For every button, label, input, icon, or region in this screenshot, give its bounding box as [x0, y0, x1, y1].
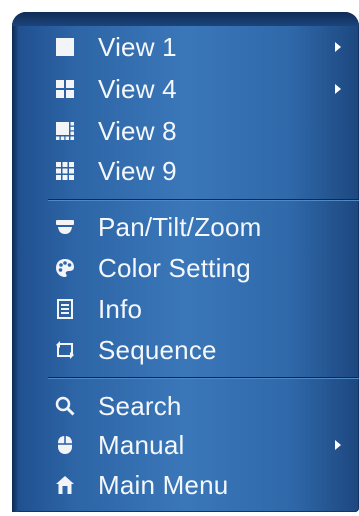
submenu-arrow-icon [335, 440, 341, 450]
menu-item-label: View 9 [98, 155, 177, 186]
search-icon [55, 396, 75, 416]
menu-item-label: Search [98, 390, 182, 421]
menu-item-label: View 8 [98, 115, 177, 146]
menu-item-view-1[interactable]: View 1 [12, 28, 359, 66]
view-1-icon [55, 37, 75, 57]
home-icon [55, 475, 75, 495]
menu-item-sequence[interactable]: Sequence [12, 331, 359, 369]
menu-item-info[interactable]: Info [12, 290, 359, 328]
menu-divider [48, 199, 359, 201]
menu-item-pan-tilt-zoom[interactable]: Pan/Tilt/Zoom [12, 208, 359, 246]
menu-item-label: Pan/Tilt/Zoom [98, 211, 262, 242]
menu-item-label: View 1 [98, 31, 177, 62]
menu-item-view-4[interactable]: View 4 [12, 70, 359, 108]
menu-item-label: Main Menu [98, 469, 229, 500]
menu-item-view-8[interactable]: View 8 [12, 112, 359, 150]
menu-item-search[interactable]: Search [12, 387, 359, 425]
mouse-icon [55, 435, 75, 455]
menu-item-label: Color Setting [98, 252, 251, 283]
submenu-arrow-icon [335, 42, 341, 52]
sequence-loop-icon [55, 340, 75, 360]
menu-divider [48, 377, 359, 379]
menu-item-label: Info [98, 293, 143, 324]
view-8-icon [55, 121, 75, 141]
menu-item-label: View 4 [98, 73, 177, 104]
info-document-icon [55, 299, 75, 319]
menu-item-label: Sequence [98, 334, 217, 365]
view-4-icon [55, 79, 75, 99]
menu-item-color-setting[interactable]: Color Setting [12, 249, 359, 287]
menu-item-manual[interactable]: Manual [12, 426, 359, 464]
submenu-arrow-icon [335, 84, 341, 94]
view-9-icon [55, 161, 75, 181]
menu-item-label: Manual [98, 429, 185, 460]
menu-item-view-9[interactable]: View 9 [12, 152, 359, 190]
palette-icon [55, 258, 75, 278]
menu-item-main-menu[interactable]: Main Menu [12, 466, 359, 504]
ptz-camera-icon [55, 217, 75, 237]
